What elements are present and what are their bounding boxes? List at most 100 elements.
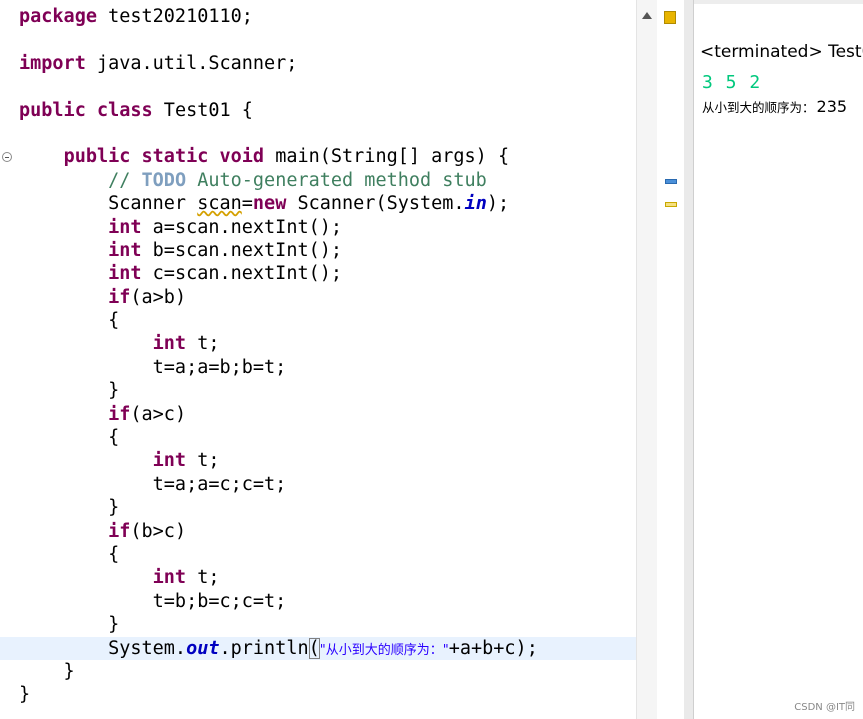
vertical-scrollbar[interactable] xyxy=(636,0,657,719)
code-token: { xyxy=(19,543,120,565)
code-token: Scanner xyxy=(19,193,198,215)
collapse-icon[interactable] xyxy=(2,152,12,162)
code-token: .println xyxy=(219,637,309,659)
code-token: } xyxy=(19,614,120,636)
code-line[interactable]: int c=scan.nextInt(); xyxy=(19,262,636,285)
code-line[interactable]: } xyxy=(19,683,636,706)
code-token: // xyxy=(108,169,142,191)
code-token: Scanner(System. xyxy=(286,193,465,215)
code-line[interactable]: ​ xyxy=(19,28,636,51)
console-view[interactable]: <terminated> Test01 [Java Application] 3… xyxy=(693,0,863,719)
code-line[interactable]: int t; xyxy=(19,566,636,589)
code-line[interactable]: // TODO Auto-generated method stub xyxy=(19,169,636,192)
watermark: CSDN @IT同 xyxy=(794,702,855,713)
code-line[interactable]: int b=scan.nextInt(); xyxy=(19,239,636,262)
code-token: 从小到大的顺序为： xyxy=(325,642,443,658)
code-token: { xyxy=(19,310,120,332)
warning-marker-icon[interactable] xyxy=(665,202,677,207)
code-token: +a+b+c); xyxy=(448,637,538,659)
code-token: test20210110; xyxy=(96,6,253,27)
occurrence-marker-icon[interactable] xyxy=(665,179,677,184)
code-token: t=b;b=c;c=t; xyxy=(19,590,287,612)
overview-ruler xyxy=(657,0,685,719)
console-output-label: 从小到大的顺序为： xyxy=(702,100,815,115)
code-line[interactable]: { xyxy=(19,426,636,449)
console-output-value: 235 xyxy=(816,97,848,116)
code-line[interactable]: int a=scan.nextInt(); xyxy=(19,216,636,239)
code-token: b=scan.nextInt(); xyxy=(141,239,343,261)
code-line[interactable]: if(a>b) xyxy=(19,286,636,309)
code-token: = xyxy=(241,193,253,215)
code-token: ( xyxy=(308,637,320,659)
code-token: int xyxy=(108,239,142,261)
code-line[interactable]: System.out.println("从小到大的顺序为："+a+b+c); xyxy=(0,636,636,660)
code-token: (a>b) xyxy=(130,286,187,308)
code-token: void xyxy=(219,146,265,168)
code-line[interactable]: import java.util.Scanner; xyxy=(19,52,636,75)
console-output-line: 从小到大的顺序为： 235 xyxy=(702,97,847,116)
code-line[interactable]: package test20210110; xyxy=(19,5,636,28)
code-token: Auto-generated method stub xyxy=(186,169,487,191)
editor-gutter xyxy=(0,0,16,719)
code-line[interactable]: ​ xyxy=(19,75,636,98)
code-token: } xyxy=(19,380,120,402)
code-token: java.util.Scanner; xyxy=(85,52,298,74)
code-token: int xyxy=(152,333,187,355)
code-token: int xyxy=(108,216,142,238)
code-token: if xyxy=(108,520,131,542)
scroll-up-arrow-icon[interactable] xyxy=(642,12,652,19)
code-token: package xyxy=(19,6,97,27)
code-line[interactable]: { xyxy=(19,543,636,566)
code-line[interactable]: int t; xyxy=(19,332,636,355)
view-separator xyxy=(684,0,693,719)
code-token: int xyxy=(152,567,187,589)
code-line[interactable]: } xyxy=(19,379,636,402)
code-token: a=scan.nextInt(); xyxy=(141,216,343,238)
code-token: } xyxy=(19,660,75,682)
code-token: ); xyxy=(486,193,510,215)
code-token: (b>c) xyxy=(130,520,187,542)
code-token: TODO xyxy=(141,169,187,191)
code-line[interactable]: if(a>c) xyxy=(19,403,636,426)
code-line[interactable]: public class Test01 { xyxy=(19,99,636,122)
code-line[interactable]: t=b;b=c;c=t; xyxy=(19,590,636,613)
code-line[interactable]: t=a;a=b;b=t; xyxy=(19,356,636,379)
code-token: int xyxy=(152,450,187,472)
code-token: { xyxy=(19,427,120,449)
code-line[interactable]: public static void main(String[] args) { xyxy=(19,145,636,168)
quick-diff-icon[interactable] xyxy=(664,11,676,24)
code-line[interactable]: Scanner scan=new Scanner(System.in); xyxy=(19,192,636,215)
code-line[interactable]: } xyxy=(19,660,636,683)
console-status-line: <terminated> Test01 [Java Application] xyxy=(700,42,863,62)
code-token: scan xyxy=(197,193,242,215)
code-line[interactable]: if(b>c) xyxy=(19,520,636,543)
code-editor[interactable]: package test20210110;​import java.util.S… xyxy=(0,0,636,719)
code-token: int xyxy=(108,263,142,285)
code-line[interactable]: int t; xyxy=(19,449,636,472)
code-line[interactable]: } xyxy=(19,613,636,636)
code-token: static xyxy=(141,146,209,168)
code-token: } xyxy=(19,497,120,519)
source-code[interactable]: package test20210110;​import java.util.S… xyxy=(0,5,636,707)
code-line[interactable]: ​ xyxy=(19,122,636,145)
code-token: public xyxy=(19,99,86,121)
code-token: t; xyxy=(186,450,220,472)
code-token: t; xyxy=(186,567,220,589)
code-token: out xyxy=(186,637,220,659)
code-line[interactable]: t=a;a=c;c=t; xyxy=(19,473,636,496)
code-token: if xyxy=(108,286,131,308)
code-line[interactable]: } xyxy=(19,496,636,519)
code-token: class xyxy=(96,99,153,121)
code-line[interactable]: { xyxy=(19,309,636,332)
